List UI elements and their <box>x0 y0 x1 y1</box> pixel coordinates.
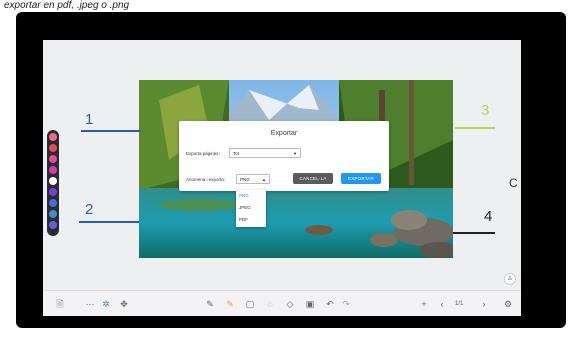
shape-icon[interactable]: ▢ <box>243 291 257 316</box>
undo-icon[interactable]: ↶ <box>323 291 337 316</box>
export-dialog: Exportar Exporta pàgines: Tot ▼ Anomena … <box>179 121 389 191</box>
annotation-line-3 <box>455 127 495 129</box>
cancel-button[interactable]: CANCEL·LA <box>293 173 333 184</box>
more-dots-icon[interactable]: ··· <box>83 291 97 316</box>
select-cursor-icon[interactable]: ✲ <box>99 291 113 316</box>
annotation-line-1 <box>81 130 141 132</box>
chevron-down-icon: ▼ <box>293 151 297 156</box>
export-button[interactable]: EXPORTAR <box>341 173 381 184</box>
dropdown-option-jpeg[interactable]: JPEG <box>239 205 251 210</box>
pages-select-value: Tot <box>233 151 240 156</box>
caret-up-icon: ▲ <box>262 177 266 182</box>
eraser-icon[interactable]: ◇ <box>283 291 297 316</box>
annotation-number-4: 4 <box>484 208 493 225</box>
caption: exportar en pdf, .jpeg o .png <box>4 0 130 11</box>
next-page-icon[interactable]: › <box>477 291 491 316</box>
annotation-number-3: 3 <box>481 102 490 119</box>
side-letter: C <box>509 176 518 190</box>
insert-image-icon[interactable]: ▣ <box>303 291 317 316</box>
color-palette <box>47 130 59 236</box>
color-swatch-8[interactable] <box>49 210 57 218</box>
move-icon[interactable]: ✥ <box>117 291 131 316</box>
color-swatch-4[interactable] <box>49 166 57 174</box>
page-indicator: 1/1 <box>455 301 464 307</box>
annotation-line-4 <box>453 232 495 234</box>
annotation-line-2 <box>79 221 139 223</box>
color-swatch-6[interactable] <box>49 188 57 196</box>
redo-icon[interactable]: ↷ <box>339 291 353 316</box>
annotation-number-2: 2 <box>85 201 94 218</box>
dropdown-option-png[interactable]: PNG <box>239 193 249 198</box>
user-icon[interactable]: ♙ <box>504 273 516 285</box>
dialog-title: Exportar <box>270 130 298 137</box>
pages-select[interactable]: Tot ▼ <box>229 148 301 158</box>
whiteboard-screen: 1 2 3 4 C Exportar Exporta pàgines: Tot … <box>43 40 521 316</box>
pages-label: Exporta pàgines: <box>186 151 220 156</box>
dropdown-option-pdf[interactable]: PDF <box>239 217 248 222</box>
lasso-icon[interactable]: ◌ <box>263 291 277 316</box>
format-select[interactable]: PNG ▲ <box>236 174 270 184</box>
color-swatch-5[interactable] <box>49 177 57 185</box>
color-swatch-9[interactable] <box>49 221 57 229</box>
color-swatch-3[interactable] <box>49 155 57 163</box>
color-swatch-2[interactable] <box>49 144 57 152</box>
save-format-label: Anomena i exporta: <box>186 177 226 182</box>
prev-page-icon[interactable]: ‹ <box>435 291 449 316</box>
highlighter-icon[interactable]: ✎ <box>223 291 237 316</box>
format-dropdown: PNG JPEG PDF <box>236 190 266 227</box>
save-file-icon[interactable]: 🗎 <box>53 291 67 316</box>
format-select-value: PNG <box>240 177 250 182</box>
color-swatch-7[interactable] <box>49 199 57 207</box>
color-swatch-1[interactable] <box>49 133 57 141</box>
add-page-icon[interactable]: + <box>417 291 431 316</box>
annotation-number-1: 1 <box>85 111 94 128</box>
settings-icon[interactable]: ⚙ <box>501 291 515 316</box>
bottom-toolbar: 🗎 ··· ✲ ✥ ✎ ✎ ▢ ◌ ◇ ▣ ↶ ↷ + ‹ 1/1 › ⚙ <box>43 290 521 316</box>
pen-icon[interactable]: ✎ <box>203 291 217 316</box>
